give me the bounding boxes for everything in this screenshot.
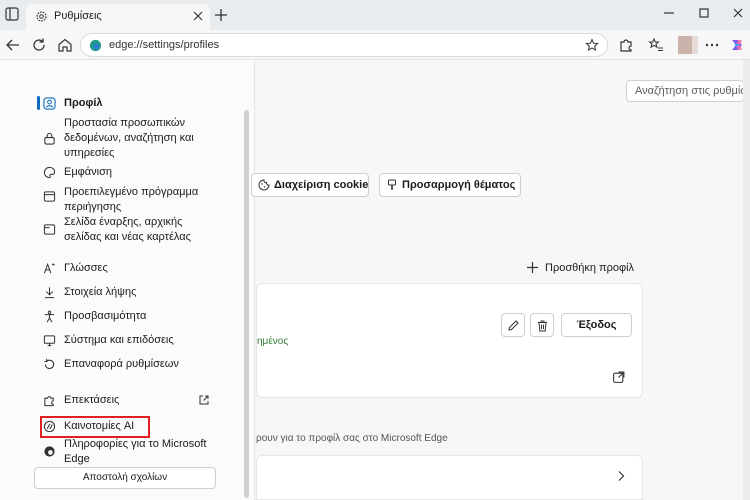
main-scrollbar[interactable] <box>743 60 750 500</box>
edge-icon <box>44 446 55 457</box>
sidebar-item-label: Προστασία προσωπικών δεδομένων, αναζήτησ… <box>64 117 194 159</box>
selected-indicator <box>37 96 40 110</box>
tab-title: Ρυθμίσεις <box>54 10 102 22</box>
browser-icon <box>43 191 56 202</box>
profile-card: ημένος Έξοδος <box>256 283 643 398</box>
sync-status: ημένος <box>257 336 289 347</box>
download-icon <box>44 287 55 299</box>
close-tab-icon[interactable] <box>192 10 204 22</box>
avatar-edge <box>692 36 698 54</box>
profile-icon <box>43 97 56 110</box>
customize-theme-label: Προσαρμογή θέματος <box>402 179 516 191</box>
address-bar[interactable]: edge://settings/profiles <box>80 33 608 57</box>
delete-profile-button[interactable] <box>530 313 554 337</box>
lock-icon <box>44 132 55 145</box>
sidebar-item-label: Προεπιλεγμένο πρόγραμμα περιήγησης <box>64 186 199 213</box>
languages-icon <box>43 262 56 274</box>
favorites-icon[interactable] <box>648 37 664 53</box>
plus-icon <box>527 262 538 273</box>
title-bar: Ρυθμίσεις <box>0 0 750 30</box>
sidebar-item-label: Εμφάνιση <box>64 166 113 178</box>
sidebar-item-label: Προφίλ <box>64 97 103 109</box>
sidebar-item-label: Σελίδα έναρξης, αρχικής σελίδας και νέας… <box>64 216 191 243</box>
url-text: edge://settings/profiles <box>109 39 220 51</box>
sidebar-item-label: Επεκτάσεις <box>64 394 120 406</box>
trash-icon <box>538 320 547 332</box>
back-icon[interactable] <box>5 37 21 53</box>
accessibility-icon <box>44 310 55 323</box>
system-icon <box>43 335 56 347</box>
profile-info-text: ρουν για το προφίλ σας στο Microsoft Edg… <box>256 433 448 444</box>
sign-out-button[interactable]: Έξοδος <box>561 313 632 337</box>
gear-icon <box>36 11 47 22</box>
sidebar-item-label: Σύστημα και επιδόσεις <box>64 334 174 346</box>
sidebar-item-label: Προσβασιμότητα <box>64 310 147 322</box>
newtab-icon <box>43 224 56 235</box>
pencil-icon <box>508 320 519 331</box>
avatar[interactable] <box>678 36 692 54</box>
settings-search-input[interactable]: Αναζήτηση στις ρυθμίσεις <box>626 80 744 102</box>
more-menu-icon[interactable] <box>704 37 720 53</box>
external-link-icon[interactable] <box>198 394 210 406</box>
appearance-icon <box>43 166 56 179</box>
manage-cookies-button[interactable]: Διαχείριση cookie <box>251 173 369 197</box>
brush-icon <box>388 179 396 190</box>
tab-settings[interactable]: Ρυθμίσεις <box>26 4 210 30</box>
refresh-icon[interactable] <box>31 37 47 53</box>
extensions-puzzle-icon[interactable] <box>618 37 634 53</box>
copilot-icon[interactable] <box>729 37 745 53</box>
favorite-star-icon[interactable] <box>585 38 599 52</box>
reset-icon <box>44 358 55 370</box>
highlight-box <box>40 416 150 438</box>
manage-cookies-label: Διαχείριση cookie <box>274 179 369 191</box>
send-feedback-button[interactable]: Αποστολή σχολίων <box>34 467 216 489</box>
tab-actions-icon[interactable] <box>4 6 20 22</box>
new-tab-icon[interactable] <box>214 8 228 22</box>
sidebar-item-label: Γλώσσες <box>64 262 108 274</box>
sidebar-scrollbar[interactable] <box>244 110 249 498</box>
chevron-right-icon <box>618 471 625 481</box>
sidebar-item-label: Πληροφορίες για το Microsoft Edge <box>64 438 207 465</box>
add-profile-label: Προσθήκη προφίλ <box>545 262 635 274</box>
sidebar-item-label: Επαναφορά ρυθμίσεων <box>64 358 179 370</box>
extensions-icon <box>44 396 54 407</box>
profile-settings-card[interactable] <box>256 455 643 500</box>
sidebar-item-label: Στοιχεία λήψης <box>64 286 137 298</box>
edge-icon <box>89 39 102 52</box>
external-link-icon[interactable] <box>612 371 625 384</box>
cookie-icon <box>258 179 270 191</box>
close-window-icon[interactable] <box>731 6 745 20</box>
customize-theme-button[interactable]: Προσαρμογή θέματος <box>379 173 521 197</box>
edit-profile-button[interactable] <box>501 313 525 337</box>
home-icon[interactable] <box>57 37 73 53</box>
minimize-icon[interactable] <box>662 6 676 20</box>
address-toolbar: edge://settings/profiles <box>0 30 750 60</box>
maximize-icon[interactable] <box>697 6 711 20</box>
